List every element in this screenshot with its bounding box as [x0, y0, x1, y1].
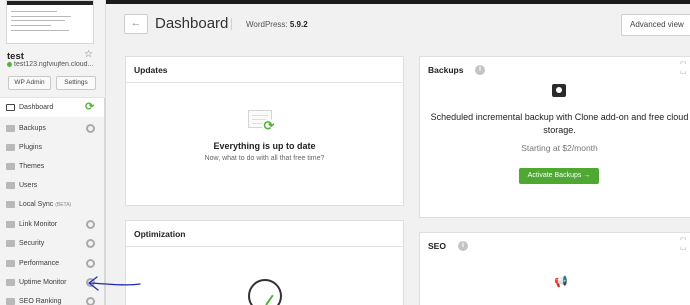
info-icon[interactable]: i	[458, 241, 468, 251]
page-header: ← Dashboard WordPress: 5.9.2 Advanced vi…	[107, 4, 690, 42]
expand-icon[interactable]: ⌜⌝ ⌞⌟	[680, 62, 687, 75]
site-url[interactable]: test123.ngfviujfen.cloud...	[7, 61, 103, 68]
back-button[interactable]: ←	[124, 14, 148, 34]
expand-icon[interactable]: ⌜⌝ ⌞⌟	[680, 238, 687, 251]
sidebar-item-local-sync[interactable]: Local Sync (BETA)	[0, 195, 104, 214]
status-dot-icon	[7, 61, 12, 67]
uptime-icon	[6, 279, 15, 286]
gear-icon[interactable]	[86, 239, 95, 248]
updates-subtext: Now, what to do with all that free time?	[204, 155, 325, 162]
seo-title: SEO	[428, 241, 446, 251]
gear-icon[interactable]	[86, 220, 95, 229]
updates-title: Updates	[134, 65, 168, 75]
optimization-panel: Optimization	[125, 220, 404, 305]
seo-panel: SEO i ⌜⌝ ⌞⌟ 📢	[419, 232, 690, 305]
sync-icon	[6, 201, 15, 208]
backup-disk-icon	[552, 84, 566, 97]
site-thumbnail[interactable]	[6, 0, 94, 44]
sidebar-item-seo-ranking[interactable]: SEO Ranking	[0, 292, 104, 305]
speedometer-icon	[248, 279, 282, 305]
sync-icon: ⟳	[262, 118, 276, 133]
seo-icon	[6, 298, 15, 305]
updates-panel: Updates ⟳ Everything is up to date Now, …	[125, 56, 404, 206]
settings-button[interactable]: Settings	[56, 76, 96, 90]
megaphone-icon: 📢	[554, 276, 568, 288]
backups-title: Backups	[428, 65, 464, 75]
link-icon	[6, 221, 15, 228]
theme-icon	[6, 163, 15, 170]
plugin-icon	[6, 144, 15, 151]
sidebar-item-dashboard[interactable]: Dashboard ⟳	[0, 98, 104, 117]
sidebar-scrollbar[interactable]	[104, 98, 106, 305]
wordpress-version: WordPress: 5.9.2	[246, 20, 308, 29]
monitor-icon	[6, 104, 15, 111]
sidebar-item-uptime-monitor[interactable]: Uptime Monitor	[0, 273, 104, 292]
shield-icon	[6, 240, 15, 247]
sidebar: test ☆ test123.ngfviujfen.cloud... WP Ad…	[0, 0, 106, 305]
gear-icon[interactable]	[86, 124, 95, 133]
updates-headline: Everything is up to date	[213, 141, 316, 151]
gear-icon[interactable]	[86, 278, 95, 287]
wp-admin-button[interactable]: WP Admin	[8, 76, 51, 90]
users-icon	[6, 182, 15, 189]
backups-message: Scheduled incremental backup with Clone …	[430, 112, 689, 135]
sidebar-item-performance[interactable]: Performance	[0, 254, 104, 273]
sidebar-item-security[interactable]: Security	[0, 234, 104, 253]
advanced-view-button[interactable]: Advanced view	[621, 14, 690, 36]
sidebar-item-themes[interactable]: Themes	[0, 157, 104, 176]
backup-icon	[6, 125, 15, 132]
updates-icon: ⟳	[248, 110, 276, 133]
optimization-title: Optimization	[134, 229, 186, 239]
refresh-icon[interactable]: ⟳	[85, 101, 94, 113]
performance-icon	[6, 260, 15, 267]
sidebar-item-backups[interactable]: Backups	[0, 119, 104, 138]
page-title: Dashboard	[155, 15, 229, 32]
backups-panel: Backups i ⌜⌝ ⌞⌟ Scheduled incremental bac…	[419, 56, 690, 218]
sidebar-item-link-monitor[interactable]: Link Monitor	[0, 215, 104, 234]
backups-price: Starting at $2/month	[521, 143, 598, 153]
sidebar-item-users[interactable]: Users	[0, 176, 104, 195]
gear-icon[interactable]	[86, 297, 95, 305]
activate-backups-button[interactable]: Activate Backups →	[519, 168, 599, 184]
sidebar-item-plugins[interactable]: Plugins	[0, 138, 104, 157]
info-icon[interactable]: i	[475, 65, 485, 75]
beta-badge: (BETA)	[55, 202, 72, 208]
favorite-star-icon[interactable]: ☆	[84, 49, 93, 60]
gear-icon[interactable]	[86, 259, 95, 268]
